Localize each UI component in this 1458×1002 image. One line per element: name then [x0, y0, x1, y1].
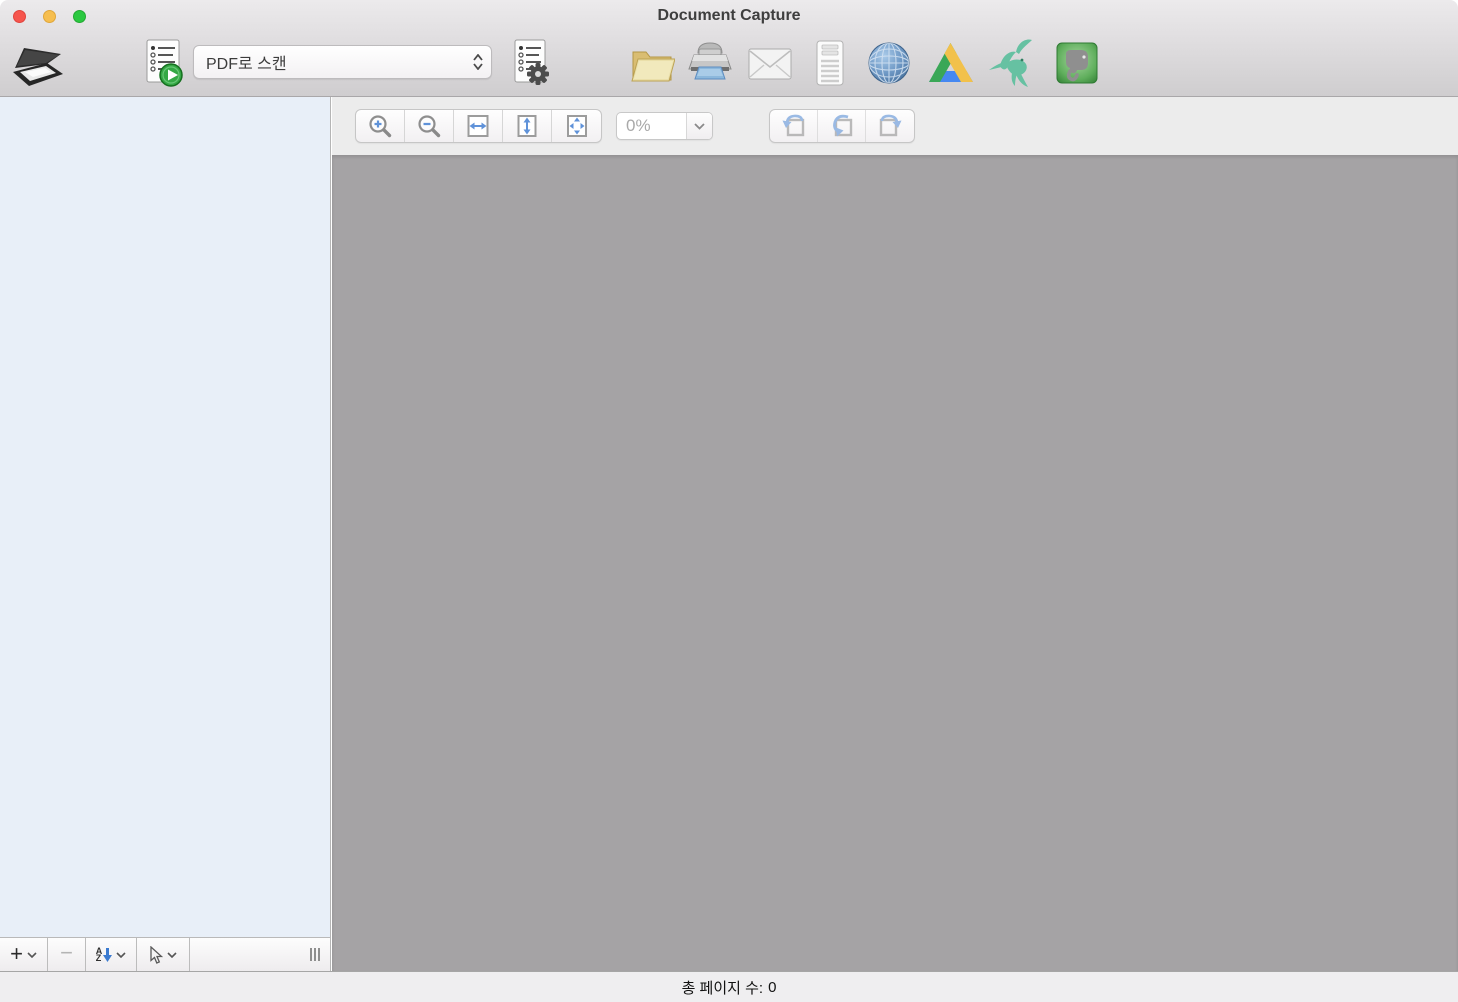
titlebar-toolbar: Document Capture PDF로 스캔 [0, 0, 1458, 97]
document-preview-area[interactable] [332, 155, 1458, 971]
globe-icon [868, 42, 910, 84]
total-pages-value: 0 [768, 978, 777, 996]
printer-icon [688, 42, 732, 80]
envelope-icon [748, 48, 792, 80]
zoom-out-button[interactable] [405, 110, 454, 142]
window-title: Document Capture [657, 7, 801, 24]
fit-width-button[interactable] [454, 110, 503, 142]
rotate-right-button[interactable] [866, 110, 914, 142]
pointer-icon [150, 945, 163, 964]
save-to-folder-button[interactable] [627, 40, 677, 88]
google-drive-button[interactable] [925, 40, 977, 86]
zoom-out-icon [418, 115, 441, 138]
job-select[interactable]: PDF로 스캔 [193, 45, 492, 79]
attach-to-email-button[interactable] [746, 44, 794, 84]
fit-page-icon [566, 115, 587, 137]
google-drive-icon [929, 43, 973, 82]
print-button[interactable] [685, 38, 735, 88]
job-settings-icon [514, 39, 549, 85]
hummingbird-icon [989, 39, 1032, 87]
rotate-180-icon [832, 114, 852, 137]
select-tool-button[interactable] [137, 938, 190, 971]
job-run-icon [146, 39, 183, 87]
scan-button[interactable] [8, 38, 68, 90]
rotate-group [769, 109, 915, 143]
zoom-fit-group [355, 109, 602, 143]
sort-az-icon: A Z [96, 946, 113, 963]
remove-page-button[interactable]: − [48, 938, 86, 971]
rotate-180-button[interactable] [818, 110, 866, 142]
rotate-left-icon [782, 114, 804, 137]
thumbnail-toolbar: + − A Z [0, 937, 331, 971]
zoom-in-button[interactable] [356, 110, 405, 142]
add-page-button[interactable]: + [0, 938, 48, 971]
folder-icon [631, 51, 675, 82]
drag-grip-icon[interactable] [310, 948, 320, 961]
chevron-down-icon [27, 951, 37, 958]
status-bar: 총 페이지 수: 0 [0, 971, 1458, 1002]
preview-pane: 0% [332, 97, 1458, 971]
chevron-down-icon [694, 122, 705, 130]
fit-width-icon [467, 115, 489, 137]
remove-page-label: − [60, 940, 73, 965]
total-pages-label: 총 페이지 수: [681, 979, 764, 997]
toolbar-filler [190, 938, 330, 971]
preview-toolbar: 0% [332, 97, 1458, 155]
application-icon [816, 40, 844, 86]
popup-stepper-icon [465, 46, 491, 78]
fit-height-icon [517, 115, 537, 137]
scanner-icon [13, 48, 63, 86]
chevron-down-icon [116, 951, 126, 958]
zoom-in-icon [369, 115, 392, 138]
hummingbird-service-button[interactable] [984, 36, 1040, 90]
fit-height-button[interactable] [503, 110, 552, 142]
sort-button[interactable]: A Z [86, 938, 137, 971]
rotate-left-button[interactable] [770, 110, 818, 142]
job-select-value: PDF로 스캔 [206, 56, 287, 73]
zoom-level-combo[interactable]: 0% [616, 112, 713, 140]
fit-page-button[interactable] [552, 110, 601, 142]
run-job-button[interactable] [136, 36, 188, 90]
send-to-web-button[interactable] [864, 38, 914, 88]
send-to-application-button[interactable] [810, 37, 850, 89]
thumbnail-list[interactable] [0, 97, 331, 937]
job-settings-button[interactable] [504, 36, 556, 90]
evernote-button[interactable] [1053, 39, 1101, 87]
evernote-icon [1056, 42, 1098, 84]
rotate-right-icon [879, 114, 902, 137]
chevron-down-icon [167, 951, 177, 958]
zoom-level-value: 0% [626, 116, 651, 135]
app-window: Document Capture PDF로 스캔 + − A Z 0% 총 페이… [0, 0, 1458, 1002]
add-page-label: + [10, 940, 23, 966]
combo-arrow-button[interactable] [686, 113, 712, 139]
